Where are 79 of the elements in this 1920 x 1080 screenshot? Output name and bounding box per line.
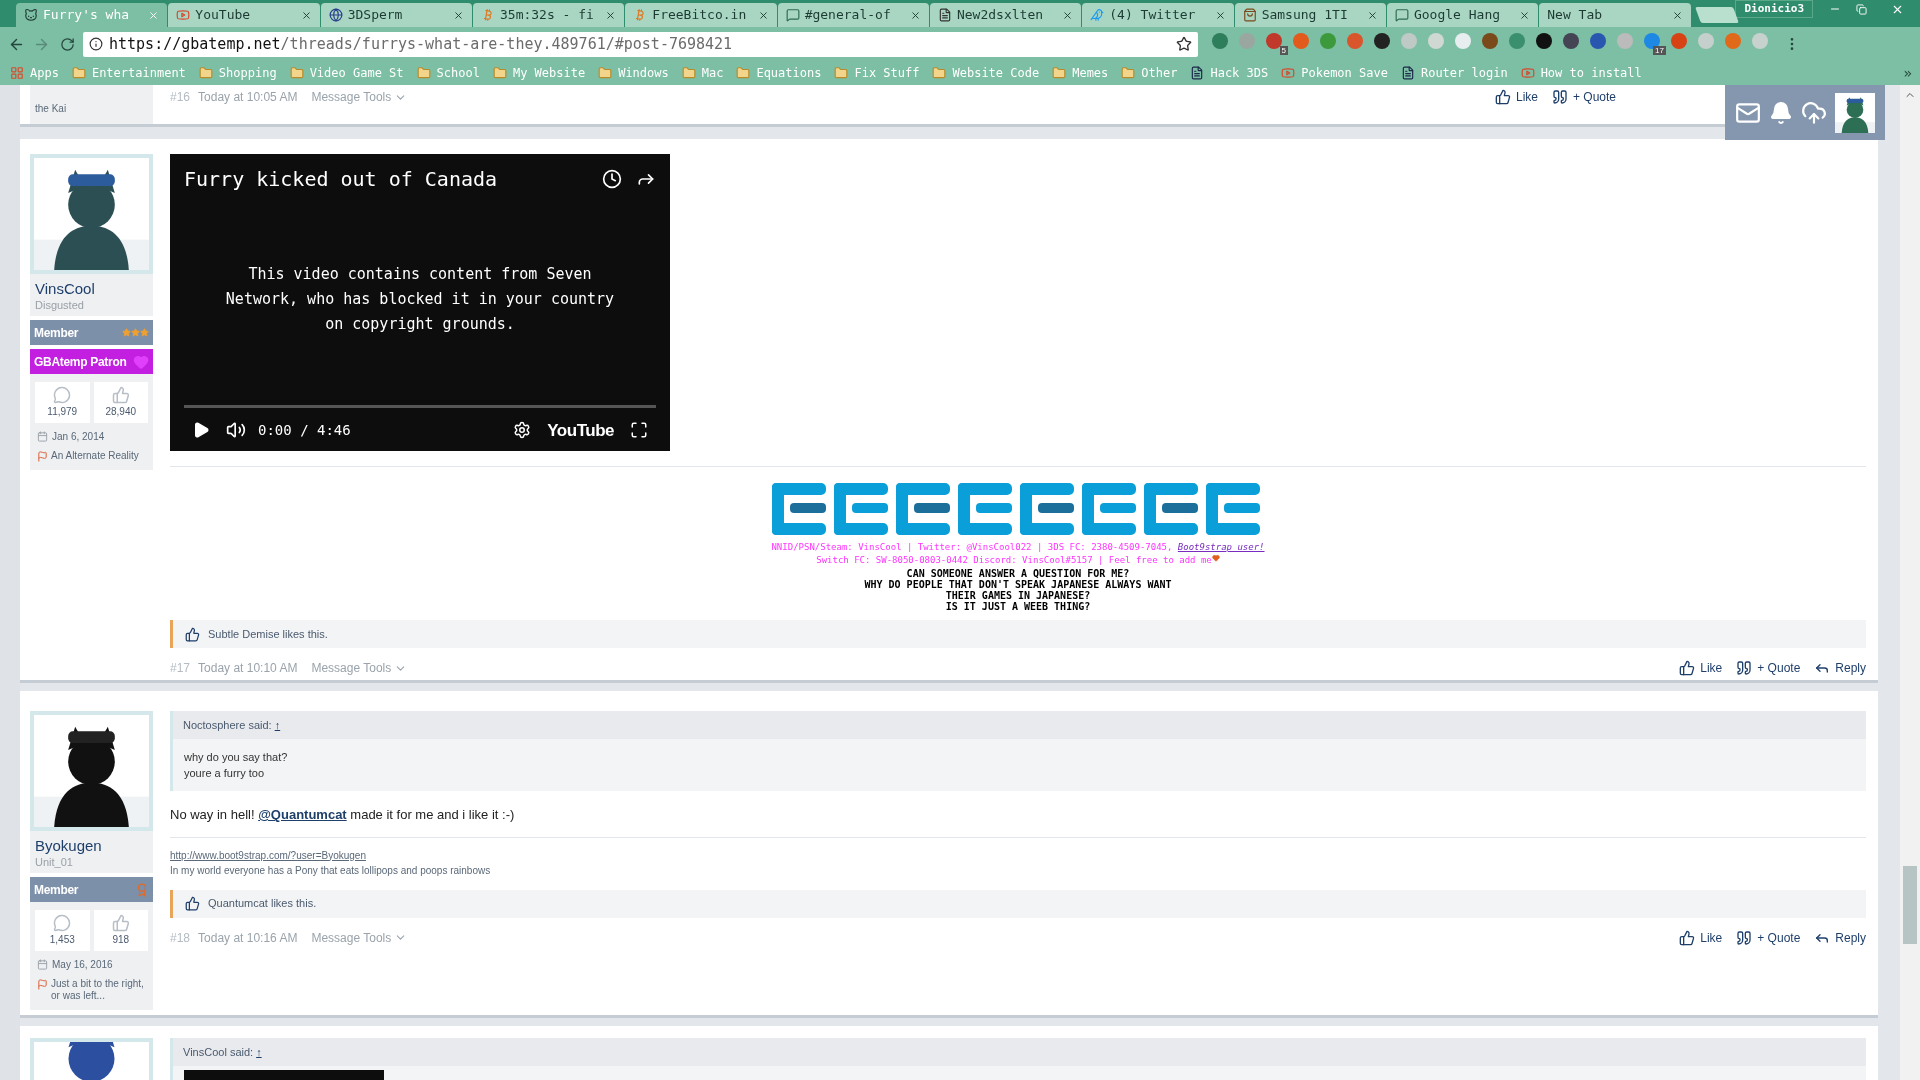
signature-question: IS IT JUST A WEEB THING? <box>945 601 1091 612</box>
jump-link[interactable]: ↑ <box>274 716 281 734</box>
messages-stat[interactable]: 11,979 <box>35 382 90 423</box>
banner-label: Member <box>34 881 79 899</box>
browser-tab[interactable]: 3DSperm <box>320 3 472 27</box>
youtube-logo[interactable]: YouTube <box>547 417 614 443</box>
browser-tab[interactable]: Samsung 1TI <box>1234 3 1386 27</box>
user-name[interactable]: VinsCool <box>35 280 148 298</box>
blocked-message: This video contains content from Seven Network, who has blocked it in your country on copyright grounds. <box>224 263 616 335</box>
user-location: An Alternate Reality <box>51 450 139 462</box>
post-action-button[interactable]: Reply <box>1814 659 1866 677</box>
post-action-button[interactable]: Like <box>1679 928 1723 947</box>
like-count: 28,940 <box>105 405 137 419</box>
tab-title: Furry's wha <box>43 6 131 25</box>
tab-title: Google Hang <box>1413 6 1502 25</box>
video-time: 0:00 / 4:46 <box>258 420 351 440</box>
banner-label: Member <box>34 324 79 342</box>
tab-title: New2dsxlten <box>956 6 1045 25</box>
quote-line: why do you say that? <box>184 750 289 765</box>
browser-tab[interactable]: (4) Twitter <box>1082 3 1234 27</box>
tab-title: #general-of <box>804 6 892 25</box>
post-action-button[interactable]: + Quote <box>1736 928 1801 947</box>
url-text: https://gbatemp.net/threads/furrys-what-are-they.489761/#post-7698421 <box>109 33 733 55</box>
tab-title: New Tab <box>1547 6 1604 25</box>
signature-link[interactable]: http://www.boot9strap.com/?user=Byokugen <box>170 847 366 863</box>
tab-title: 3DSperm <box>347 6 404 25</box>
tab-title: YouTube <box>195 6 252 25</box>
post-action-button[interactable]: + Quote <box>1551 88 1616 106</box>
user-name[interactable]: Byokugen <box>35 837 148 855</box>
post-action-button[interactable]: Like <box>1679 659 1723 677</box>
quote-author: Noctosphere said: <box>183 717 272 733</box>
video-player[interactable]: Furry kicked out of Canada This video contains content from Seven Network, who has blocked it in your country on copyright grounds. 0:00 / 4:46 YouTube <box>170 154 670 451</box>
user-location: Just a bit to the right, or was left... <box>51 978 145 1002</box>
browser-tab[interactable]: FreeBitco.in <box>625 3 777 27</box>
post-action-button[interactable]: Like <box>1494 88 1538 106</box>
user-title: Unit_01 <box>35 855 74 869</box>
signature-line: Switch FC: SW-8050-0803-0442 Discord: VinsCool#5157 | Feel free to add me <box>816 554 1220 567</box>
browser-tab[interactable]: 35m:32s - fi <box>473 3 625 27</box>
address-bar[interactable]: https://gbatemp.net/threads/furrys-what-are-they.489761/#post-7698421 <box>83 31 1198 57</box>
browser-tab[interactable]: YouTube <box>168 3 320 27</box>
signature-link[interactable]: Boot9strap user! <box>1177 542 1265 552</box>
message-count: 1,453 <box>49 933 75 947</box>
signature-question: CAN SOMEONE ANSWER A QUESTION FOR ME? <box>906 568 1130 579</box>
likes-stat[interactable]: 918 <box>93 910 148 951</box>
browser-tab[interactable]: New Tab <box>1539 3 1691 27</box>
profile-name[interactable]: Dionicio3 <box>1735 0 1814 18</box>
tab-title: 35m:32s - fi <box>500 6 595 25</box>
browser-tab[interactable]: Google Hang <box>1386 3 1539 27</box>
extension-badge: 17 <box>1653 46 1666 55</box>
likes-text[interactable]: Quantumcat likes this. <box>208 895 317 912</box>
post-message: No way in hell! @Quantumcat made it for me and i like it :-) <box>170 806 516 824</box>
user-title: Disgusted <box>35 298 85 312</box>
extension-badge: 5 <box>1279 46 1288 55</box>
likes-stat[interactable]: 28,940 <box>93 382 148 423</box>
bookmarks-overflow[interactable]: » <box>1903 62 1912 84</box>
jump-link[interactable]: ↑ <box>256 1043 262 1061</box>
quote-author: VinsCool said: <box>183 1044 254 1060</box>
likes-text[interactable]: Subtle Demise likes this. <box>208 625 328 643</box>
user-location: the Kai <box>35 103 67 114</box>
signature-text: In my world everyone has a Pony that eats lollipops and poops rainbows <box>170 863 492 878</box>
post-action-button[interactable]: Reply <box>1814 928 1866 947</box>
join-date: May 16, 2016 <box>52 958 113 972</box>
signature-question: THEIR GAMES IN JAPANESE? <box>945 590 1091 601</box>
browser-tab[interactable]: New2dsxlten <box>929 3 1082 27</box>
join-date: Jan 6, 2014 <box>52 430 105 444</box>
browser-tab[interactable]: #general-of <box>777 3 929 27</box>
banner-label: GBAtemp Patron <box>34 353 127 371</box>
messages-stat[interactable]: 1,453 <box>35 910 90 951</box>
mention-link[interactable]: @Quantumcat <box>258 807 347 822</box>
tab-title: Samsung 1TI <box>1261 6 1349 25</box>
quote-line: youre a furry too <box>184 766 266 781</box>
message-count: 11,979 <box>47 405 78 419</box>
signature-question: WHY DO PEOPLE THAT DON'T SPEAK JAPANESE ALWAYS WANT <box>864 579 1172 590</box>
post-action-button[interactable]: + Quote <box>1736 659 1801 677</box>
tab-title: (4) Twitter <box>1109 6 1197 25</box>
video-title[interactable]: Furry kicked out of Canada <box>184 164 498 194</box>
signature-line: NNID/PSN/Steam: VinsCool | Twitter: @VinsCool022 | 3DS FC: 2380-4509-7045, Boot9strap user! <box>771 541 1265 554</box>
tab-title: FreeBitco.in <box>652 6 748 25</box>
like-count: 918 <box>112 933 130 947</box>
